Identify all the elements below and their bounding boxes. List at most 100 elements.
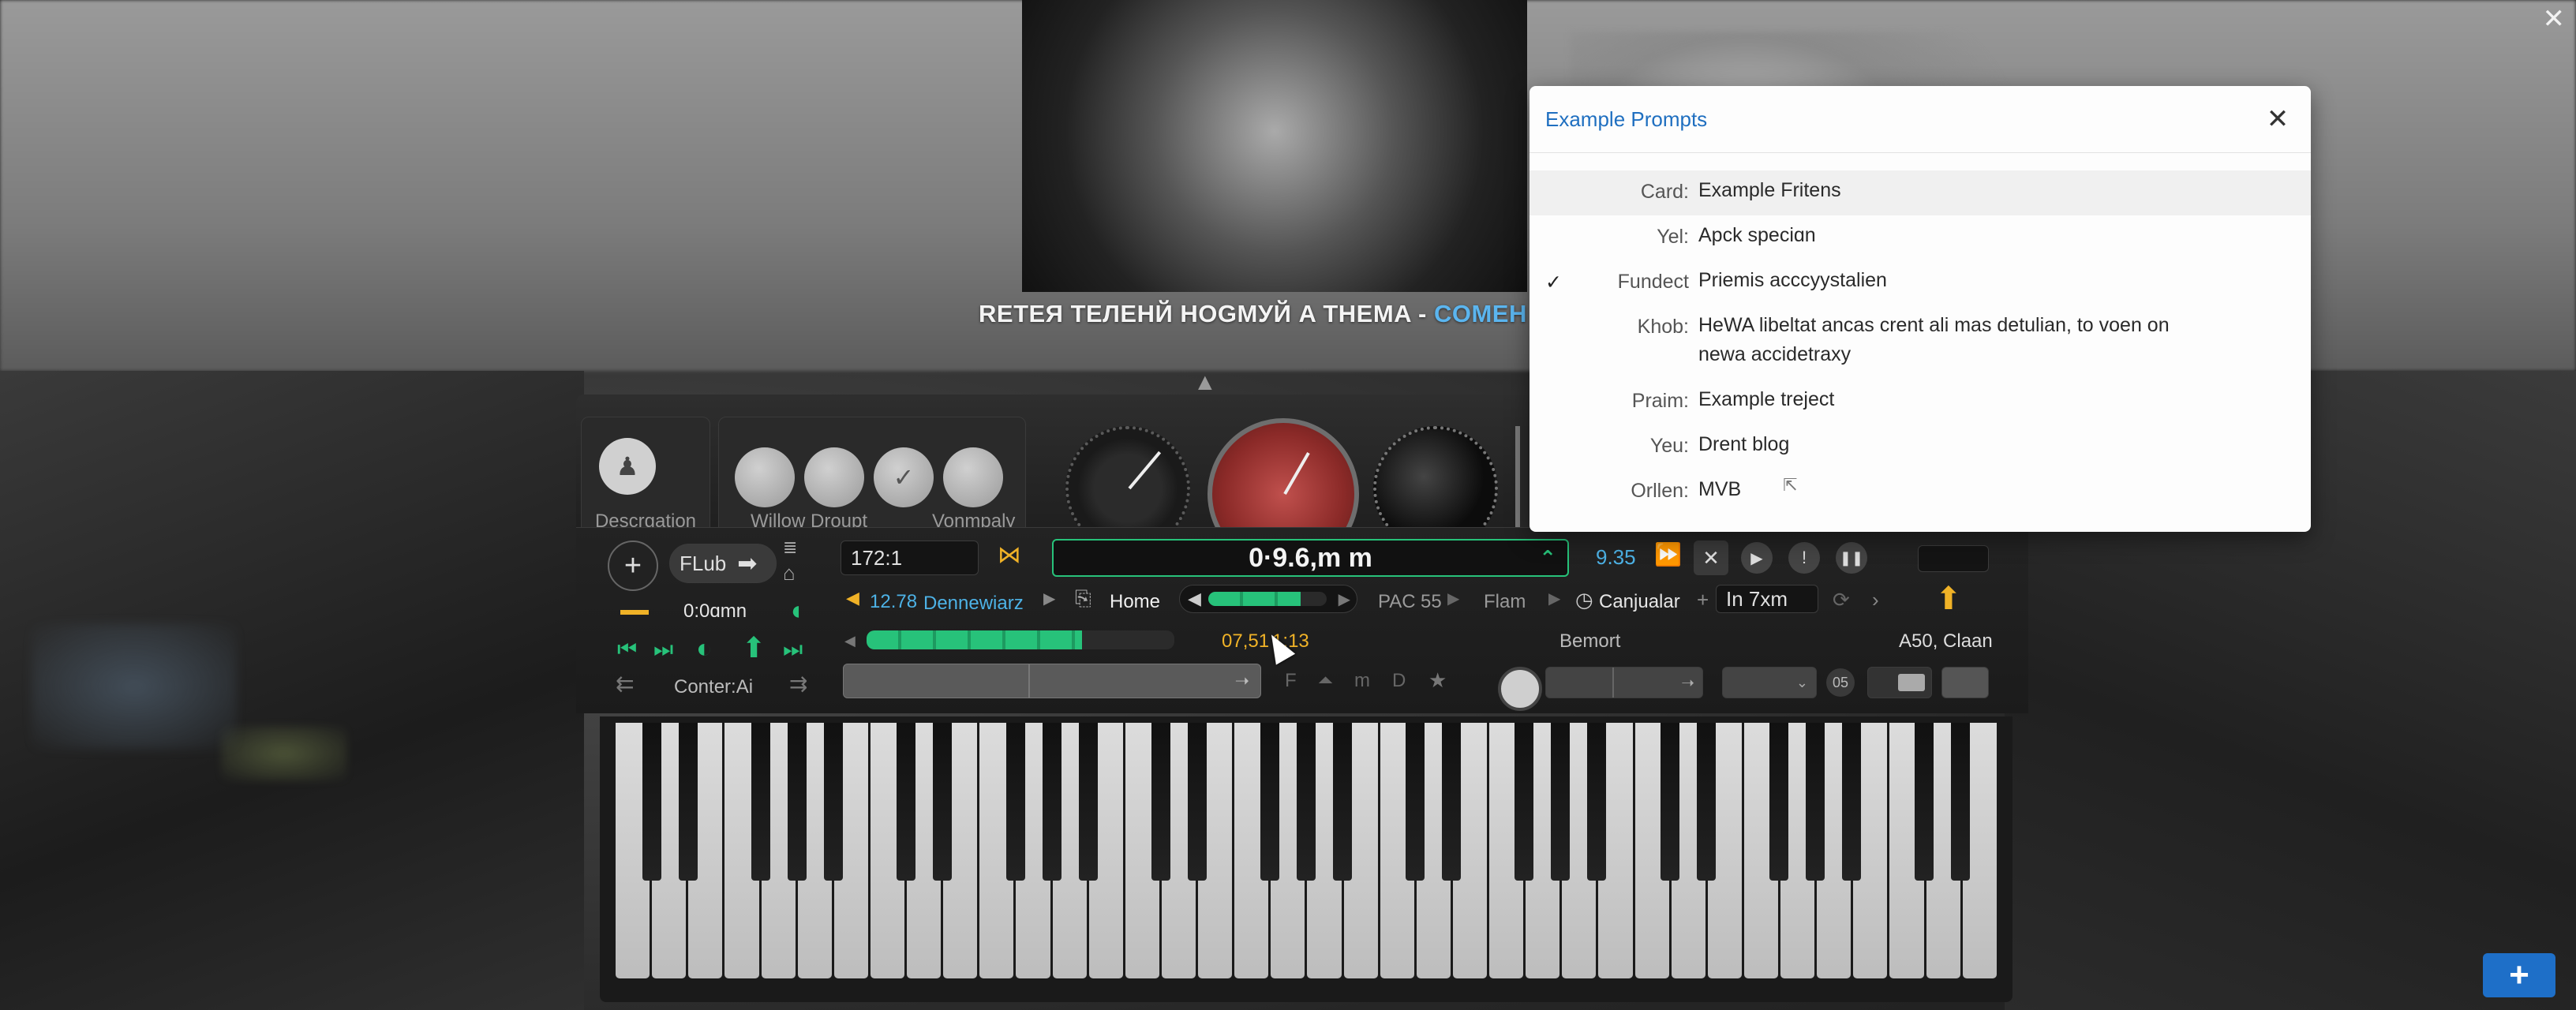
f-icon[interactable]: F bbox=[1285, 671, 1297, 690]
caret-up-icon[interactable]: ⌃ bbox=[1539, 546, 1556, 570]
right-triangle-icon[interactable]: ▶ bbox=[1043, 591, 1055, 607]
prompt-row[interactable]: Orllen: MVB bbox=[1530, 469, 2311, 514]
black-key[interactable] bbox=[1587, 723, 1607, 881]
black-key[interactable] bbox=[1406, 723, 1425, 881]
contrast-icon[interactable]: ◐ bbox=[696, 635, 713, 662]
back-arrow-icon[interactable]: ⇇ bbox=[616, 673, 634, 695]
play-icon[interactable]: ▶ bbox=[1741, 542, 1773, 574]
window-close-icon[interactable]: ✕ bbox=[2543, 3, 2566, 35]
page-icon[interactable]: ⎘ bbox=[1075, 588, 1091, 608]
star-icon[interactable]: ★ bbox=[1428, 670, 1447, 690]
dropdown-select[interactable]: ⌄ bbox=[1722, 667, 1817, 698]
empty-field[interactable] bbox=[1918, 545, 1989, 572]
black-key[interactable] bbox=[1551, 723, 1571, 881]
hat-icon[interactable]: ⏶ bbox=[1318, 671, 1333, 690]
clock-icon[interactable]: ◷ bbox=[1575, 589, 1593, 610]
black-key[interactable] bbox=[1805, 723, 1825, 881]
black-key[interactable] bbox=[933, 723, 953, 881]
plus-icon[interactable]: + bbox=[1697, 589, 1709, 610]
modal-header: Example Prompts bbox=[1530, 86, 2311, 153]
pad-check-icon[interactable]: ✓ bbox=[874, 447, 934, 507]
background-poster bbox=[1022, 0, 1527, 292]
prompt-row[interactable]: Yeu: Drent blog bbox=[1530, 425, 2311, 469]
right-triangle-icon[interactable]: ▶ bbox=[1548, 591, 1560, 607]
small-button[interactable] bbox=[1941, 667, 1989, 698]
value-field[interactable]: 172:1 bbox=[841, 541, 979, 575]
up-arrow-yellow-icon[interactable]: ⬆ bbox=[1935, 583, 1962, 615]
black-key[interactable] bbox=[1914, 723, 1934, 881]
main-time-text: 0·9.6,m m bbox=[1249, 542, 1372, 573]
close-icon[interactable]: ✕ bbox=[2260, 102, 2295, 137]
fast-forward-icon[interactable]: ⏭ bbox=[653, 638, 673, 660]
black-key[interactable] bbox=[1769, 723, 1788, 881]
section-descrgation[interactable]: ♟ Descrgation bbox=[581, 417, 710, 544]
bowtie-icon[interactable]: ⋈ bbox=[998, 544, 1021, 567]
level-meter[interactable]: ◀ ▶ bbox=[1179, 585, 1357, 613]
black-key[interactable] bbox=[824, 723, 844, 881]
black-key[interactable] bbox=[751, 723, 771, 881]
people-icon[interactable]: ♟ bbox=[599, 438, 656, 495]
up-arrow-icon[interactable]: ▲ bbox=[1193, 371, 1217, 395]
home-icon[interactable]: ⌂ bbox=[783, 563, 796, 583]
black-key[interactable] bbox=[1151, 723, 1170, 881]
skip-icon[interactable]: ⏭ bbox=[783, 638, 803, 660]
fast-forward-icon[interactable]: ⏩ bbox=[1654, 544, 1682, 566]
tempo-progress-bar[interactable] bbox=[867, 630, 1174, 649]
black-key[interactable] bbox=[1442, 723, 1462, 881]
prompt-row[interactable]: Praim: Example treject bbox=[1530, 380, 2311, 425]
record-knob[interactable] bbox=[1498, 667, 1542, 711]
black-key[interactable] bbox=[1950, 723, 1970, 881]
number-badge[interactable]: 05 bbox=[1826, 668, 1855, 697]
home-label[interactable]: Home bbox=[1110, 591, 1160, 613]
rewind-icon[interactable]: ⏮ bbox=[617, 638, 637, 660]
black-key[interactable] bbox=[1696, 723, 1716, 881]
pause-icon[interactable]: ❚❚ bbox=[1836, 542, 1867, 574]
pad-button[interactable] bbox=[735, 447, 795, 507]
black-key[interactable] bbox=[679, 723, 698, 881]
d-icon[interactable]: D bbox=[1392, 671, 1406, 690]
counter-label: Conter:Ai bbox=[674, 676, 754, 698]
piano-keyboard[interactable] bbox=[600, 716, 2012, 1002]
chevron-down-icon: ⌄ bbox=[1795, 674, 1808, 690]
black-key[interactable] bbox=[1333, 723, 1353, 881]
chevron-right-icon[interactable]: › bbox=[1872, 589, 1879, 610]
prompt-row[interactable]: Yel: Apck speciɑn bbox=[1530, 215, 2311, 260]
prompt-row[interactable]: ✓ Fundect Priemis acccyystalien bbox=[1530, 260, 2311, 305]
black-key[interactable] bbox=[1297, 723, 1316, 881]
black-key[interactable] bbox=[1515, 723, 1534, 881]
black-key[interactable] bbox=[1042, 723, 1061, 881]
add-icon[interactable]: + bbox=[608, 541, 658, 591]
black-key[interactable] bbox=[1187, 723, 1207, 881]
black-key[interactable] bbox=[788, 723, 807, 881]
long-slider[interactable]: ➝ bbox=[843, 664, 1261, 698]
black-key[interactable] bbox=[1260, 723, 1279, 881]
black-key[interactable] bbox=[1078, 723, 1098, 881]
pad-button[interactable] bbox=[804, 447, 864, 507]
left-triangle-icon[interactable]: ◀ bbox=[844, 634, 856, 648]
up-arrow-green-icon[interactable]: ⬆ bbox=[742, 634, 766, 662]
pad-button[interactable] bbox=[943, 447, 1003, 507]
black-key[interactable] bbox=[642, 723, 662, 881]
prompt-row[interactable]: Card: Example Fritens bbox=[1530, 170, 2311, 215]
add-button[interactable]: + bbox=[2483, 953, 2555, 997]
black-key[interactable] bbox=[1841, 723, 1861, 881]
forward-arrow-icon[interactable]: ⇉ bbox=[789, 673, 807, 695]
black-key[interactable] bbox=[1005, 723, 1025, 881]
black-key[interactable] bbox=[897, 723, 916, 881]
toggle-switch[interactable] bbox=[1867, 667, 1932, 698]
m-icon[interactable]: m bbox=[1354, 671, 1370, 690]
main-time-display[interactable]: 0·9.6,m m ⌃ bbox=[1052, 539, 1569, 577]
list-icon[interactable]: ≣ bbox=[783, 539, 797, 556]
in-field[interactable]: In 7xm bbox=[1716, 585, 1818, 613]
crossed-tools-icon[interactable]: ✕ bbox=[1694, 541, 1728, 575]
range-selector[interactable]: ➝ bbox=[1545, 667, 1703, 698]
flub-button[interactable]: FLub ➡ bbox=[669, 544, 777, 583]
info-icon[interactable]: ! bbox=[1788, 542, 1820, 574]
right-triangle-icon[interactable]: ▶ bbox=[1447, 591, 1459, 607]
half-circle-icon[interactable]: ◖ bbox=[788, 597, 804, 624]
prompt-row[interactable]: Khob: HeWA libeltat ancas crent ali mas d… bbox=[1530, 305, 2311, 380]
pac-value: 55 bbox=[1421, 591, 1442, 612]
black-key[interactable] bbox=[1660, 723, 1679, 881]
refresh-icon[interactable]: ⟳ bbox=[1833, 589, 1850, 610]
left-triangle-icon[interactable]: ◀ bbox=[846, 589, 859, 607]
